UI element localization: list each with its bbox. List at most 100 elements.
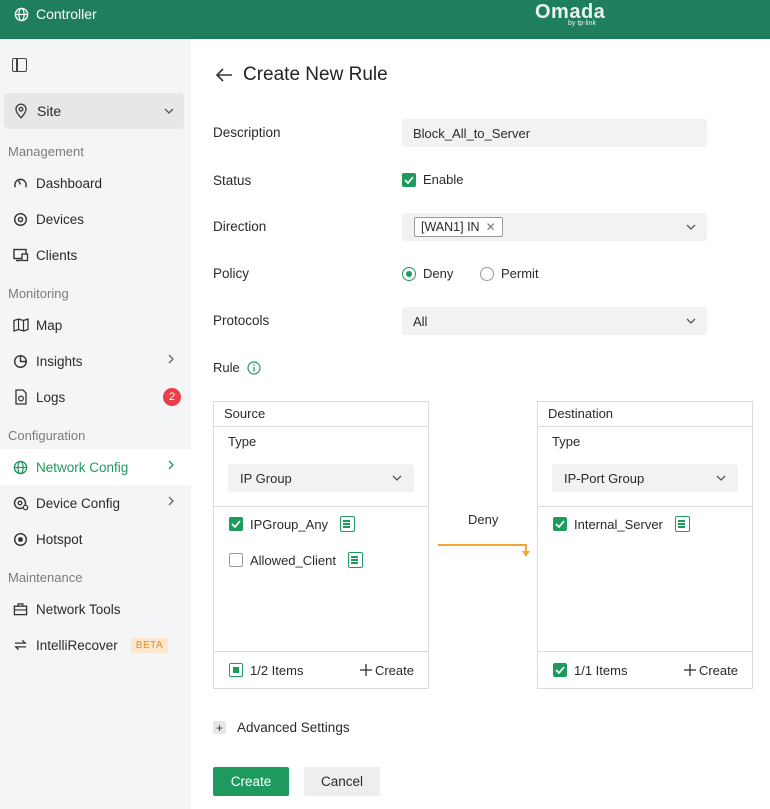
sidebar-item-map[interactable]: Map [0, 307, 191, 343]
status-label: Status [213, 173, 252, 188]
destination-item-label: Internal_Server [574, 516, 663, 532]
flow-policy-label: Deny [468, 512, 499, 527]
sidebar-item-logs[interactable]: Logs 2 [0, 379, 191, 415]
destination-panel: Destination Type IP-Port Group Internal_… [537, 401, 753, 689]
checkbox-unchecked-icon[interactable] [229, 553, 243, 567]
details-icon[interactable] [340, 516, 356, 532]
chevron-down-icon [392, 475, 402, 481]
direction-tag-label: [WAN1] IN [421, 220, 480, 234]
sidebar-item-intellirecover[interactable]: IntelliRecover BETA [0, 627, 191, 663]
sidebar-item-hotspot[interactable]: Hotspot [0, 521, 191, 557]
select-all-partial-checkbox[interactable] [229, 663, 243, 677]
plus-icon [683, 664, 696, 676]
protocols-label: Protocols [213, 313, 270, 328]
sidebar-item-clients[interactable]: Clients [0, 237, 191, 273]
source-type-label: Type [228, 434, 257, 449]
sidebar-item-label: Device Config [36, 495, 121, 511]
checkbox-checked-icon[interactable] [553, 517, 567, 531]
source-panel: Source Type IP Group IPGroup_Any Allowed… [213, 401, 429, 689]
section-maintenance: Maintenance [8, 570, 83, 585]
page-title: Create New Rule [243, 64, 388, 85]
details-icon[interactable] [348, 552, 363, 568]
sidebar-item-label: Network Config [36, 459, 129, 475]
sidebar-toggle-icon[interactable] [12, 58, 27, 72]
source-type-select[interactable]: IP Group [228, 464, 414, 492]
advanced-settings-toggle[interactable]: + Advanced Settings [213, 720, 350, 735]
hotspot-icon [12, 531, 29, 548]
sidebar-item-insights[interactable]: Insights [0, 343, 191, 379]
expand-plus-icon: + [213, 721, 226, 734]
advanced-settings-label: Advanced Settings [237, 720, 350, 735]
plus-icon [359, 664, 372, 676]
sidebar-item-network-config[interactable]: Network Config [0, 449, 191, 485]
toolbox-icon [12, 601, 29, 618]
destination-type-select[interactable]: IP-Port Group [552, 464, 738, 492]
pie-chart-icon [12, 353, 29, 370]
destination-title: Destination [538, 402, 752, 427]
select-all-checkbox[interactable] [553, 663, 567, 677]
chevron-down-icon [686, 318, 696, 324]
create-button[interactable]: Create [213, 767, 289, 796]
rule-label: Rule [213, 360, 240, 375]
back-arrow-icon[interactable] [215, 68, 233, 82]
status-enable-checkbox[interactable]: Enable [402, 172, 463, 187]
close-icon[interactable]: ✕ [486, 220, 496, 234]
chevron-down-icon [716, 475, 726, 481]
monitor-icon [12, 247, 29, 264]
destination-type-value: IP-Port Group [564, 470, 645, 486]
divider [538, 506, 752, 507]
cancel-button[interactable]: Cancel [304, 767, 380, 796]
description-value: Block_All_to_Server [413, 125, 531, 141]
direction-select[interactable]: [WAN1] IN ✕ [402, 213, 707, 241]
chevron-right-icon [168, 354, 174, 364]
list-item[interactable]: Internal_Server [553, 516, 690, 532]
source-item-label: IPGroup_Any [250, 516, 329, 532]
site-selector[interactable]: Site [4, 93, 184, 129]
details-icon[interactable] [674, 516, 690, 532]
device-icon [12, 211, 29, 228]
protocols-select[interactable]: All [402, 307, 707, 335]
description-label: Description [213, 125, 281, 140]
app-title-group: Controller [14, 6, 97, 22]
info-icon[interactable] [247, 360, 261, 375]
sidebar-item-label: Hotspot [36, 531, 83, 547]
flow-arrow-head-icon [522, 551, 530, 557]
gauge-icon [12, 175, 29, 192]
main-content: Create New Rule Description Block_All_to… [191, 39, 770, 809]
policy-radio-permit[interactable]: Permit [480, 266, 539, 281]
chevron-down-icon [164, 108, 174, 114]
sidebar-item-label: Map [36, 317, 63, 333]
sidebar-item-label: Network Tools [36, 601, 121, 617]
location-pin-icon [15, 103, 27, 119]
list-item[interactable]: IPGroup_Any [229, 516, 356, 532]
source-create-button[interactable]: Create [359, 662, 414, 678]
radio-selected-icon [402, 266, 416, 281]
description-input[interactable]: Block_All_to_Server [402, 119, 707, 147]
policy-option-label: Deny [423, 266, 454, 281]
brand-sub: by tp-link [568, 20, 597, 27]
create-label: Create [374, 662, 414, 678]
chevron-right-icon [168, 496, 174, 506]
map-icon [12, 317, 29, 334]
sidebar-item-label: Clients [36, 247, 78, 263]
globe-icon [12, 459, 29, 476]
checkbox-checked-icon [402, 172, 416, 187]
source-count: 1/2 Items [250, 662, 304, 678]
list-item[interactable]: Allowed_Client [229, 552, 363, 568]
sidebar-item-devices[interactable]: Devices [0, 201, 191, 237]
create-label: Create [698, 662, 738, 678]
checkbox-checked-icon[interactable] [229, 517, 243, 531]
policy-radio-deny[interactable]: Deny [402, 266, 453, 281]
sidebar-item-device-config[interactable]: Device Config [0, 485, 191, 521]
chevron-down-icon [686, 224, 696, 230]
sidebar-item-dashboard[interactable]: Dashboard [0, 165, 191, 201]
destination-create-button[interactable]: Create [683, 662, 738, 678]
sidebar-item-network-tools[interactable]: Network Tools [0, 591, 191, 627]
page-header: Create New Rule [215, 64, 388, 86]
source-footer: 1/2 Items Create [214, 651, 428, 688]
section-monitoring: Monitoring [8, 286, 69, 301]
direction-label: Direction [213, 219, 267, 234]
divider [214, 506, 428, 507]
site-label: Site [37, 103, 62, 119]
destination-count: 1/1 Items [574, 662, 628, 678]
